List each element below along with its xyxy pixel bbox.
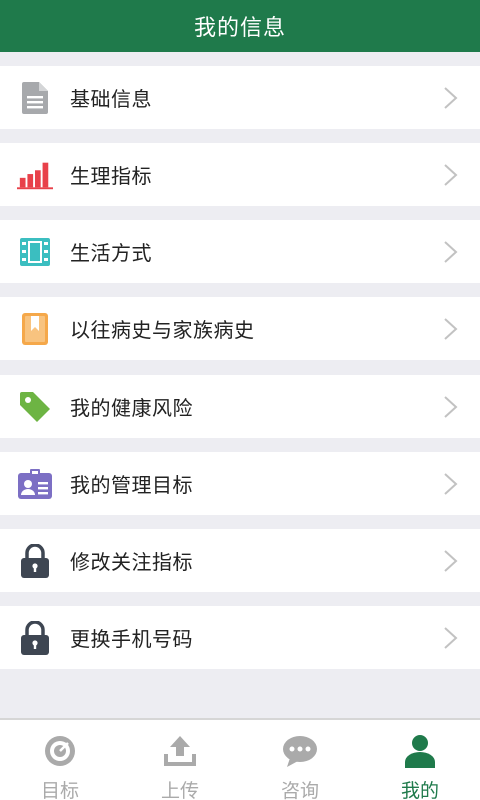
tab-mine[interactable]: 我的 <box>360 720 480 800</box>
menu-item-label: 以往病史与家族病史 <box>70 318 255 342</box>
bar-chart-icon <box>17 157 53 193</box>
menu-item-label: 基础信息 <box>70 87 152 111</box>
chevron-right-icon <box>444 241 458 263</box>
document-icon <box>17 80 53 116</box>
book-bookmark-icon <box>17 311 53 347</box>
menu-item-health-risk[interactable]: 我的健康风险 <box>0 375 480 438</box>
chevron-right-icon <box>444 87 458 109</box>
tab-label: 我的 <box>400 780 439 800</box>
header-bar: 我的信息 <box>0 0 480 52</box>
menu-item-edit-watched-indicators[interactable]: 修改关注指标 <box>0 529 480 592</box>
chevron-right-icon <box>444 627 458 649</box>
menu-item-change-phone[interactable]: 更换手机号码 <box>0 606 480 669</box>
lock-icon <box>17 620 53 656</box>
tab-upload[interactable]: 上传 <box>120 720 240 800</box>
menu-item-label: 生理指标 <box>70 164 152 188</box>
id-card-icon <box>17 466 53 502</box>
menu-item-medical-history[interactable]: 以往病史与家族病史 <box>0 297 480 360</box>
chevron-right-icon <box>444 164 458 186</box>
menu-item-management-goals[interactable]: 我的管理目标 <box>0 452 480 515</box>
lock-icon <box>17 543 53 579</box>
menu-item-label: 我的健康风险 <box>70 396 193 420</box>
tab-label: 目标 <box>40 780 79 800</box>
menu-item-basic-info[interactable]: 基础信息 <box>0 66 480 129</box>
tag-icon <box>17 389 53 425</box>
tab-label: 上传 <box>160 780 199 800</box>
tab-consult[interactable]: 咨询 <box>240 720 360 800</box>
menu-item-physiological-indicators[interactable]: 生理指标 <box>0 143 480 206</box>
chevron-right-icon <box>444 550 458 572</box>
menu-item-label: 修改关注指标 <box>70 550 193 574</box>
chevron-right-icon <box>444 318 458 340</box>
menu-item-label: 更换手机号码 <box>70 627 193 651</box>
user-icon <box>402 734 438 768</box>
chat-icon <box>282 734 318 768</box>
target-icon <box>42 734 78 768</box>
bottom-tab-bar: 目标 上传 咨询 我的 <box>0 718 480 800</box>
menu-item-label: 我的管理目标 <box>70 473 193 497</box>
menu-item-lifestyle[interactable]: 生活方式 <box>0 220 480 283</box>
chevron-right-icon <box>444 473 458 495</box>
chevron-right-icon <box>444 396 458 418</box>
tab-goals[interactable]: 目标 <box>0 720 120 800</box>
page-title: 我的信息 <box>193 16 286 41</box>
upload-icon <box>162 734 198 768</box>
tab-label: 咨询 <box>280 780 319 800</box>
film-icon <box>17 234 53 270</box>
menu-item-label: 生活方式 <box>70 241 152 265</box>
